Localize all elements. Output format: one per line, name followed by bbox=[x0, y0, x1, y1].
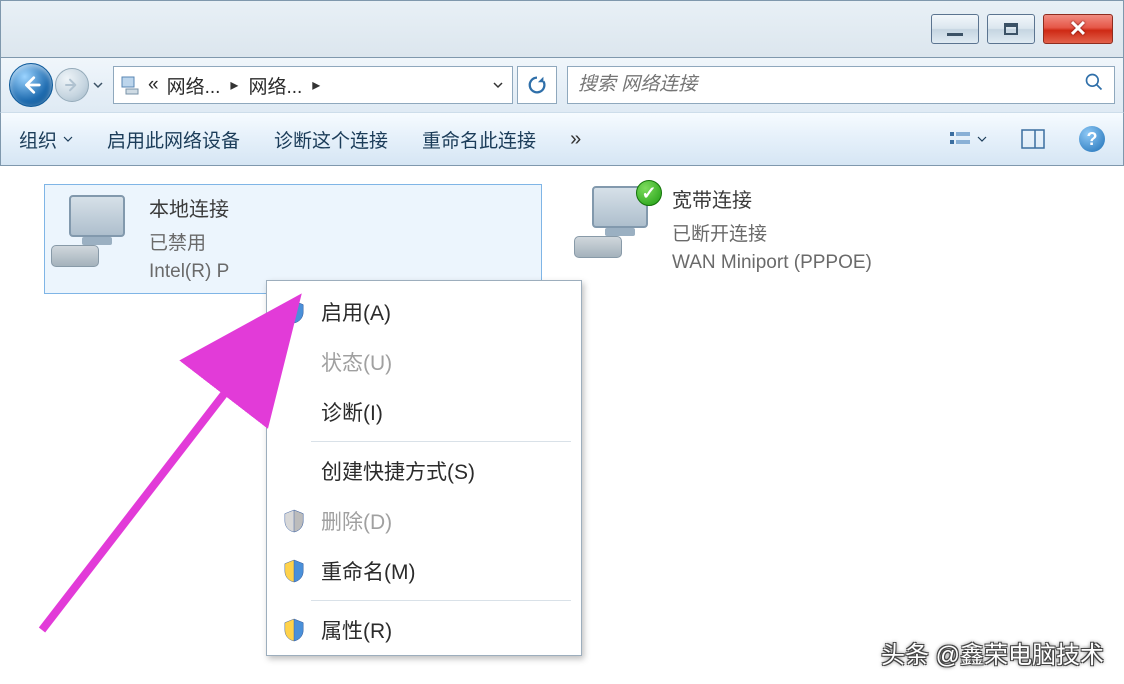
shield-icon bbox=[281, 508, 307, 534]
search-box[interactable] bbox=[567, 66, 1115, 104]
maximize-icon bbox=[1004, 23, 1018, 35]
ctx-diagnose-label: 诊断(I) bbox=[321, 397, 383, 427]
ctx-separator bbox=[311, 600, 571, 601]
rename-label: 重命名此连接 bbox=[422, 126, 536, 153]
shield-icon bbox=[281, 299, 307, 325]
close-icon: ✕ bbox=[1069, 16, 1087, 42]
ctx-enable[interactable]: 启用(A) bbox=[267, 281, 581, 337]
help-button[interactable]: ? bbox=[1079, 126, 1105, 152]
connection-text: 本地连接 已禁用 Intel(R) P bbox=[149, 193, 229, 285]
ctx-delete-label: 删除(D) bbox=[321, 506, 392, 536]
breadcrumb-arrow-2[interactable]: ▸ bbox=[308, 75, 324, 95]
connection-status: 已断开连接 bbox=[672, 219, 872, 246]
forward-button[interactable] bbox=[55, 68, 89, 102]
nav-history-dropdown[interactable] bbox=[89, 63, 107, 107]
breadcrumb-seg2[interactable]: 网络... bbox=[246, 72, 304, 99]
back-button[interactable] bbox=[9, 63, 53, 107]
chevron-down-icon bbox=[493, 80, 503, 90]
breadcrumb-arrow-1[interactable]: ▸ bbox=[226, 75, 242, 95]
network-location-icon bbox=[118, 73, 142, 97]
help-icon: ? bbox=[1087, 129, 1098, 150]
ctx-status: 状态(U) bbox=[267, 337, 581, 387]
organize-menu[interactable]: 组织 bbox=[19, 126, 73, 153]
refresh-button[interactable] bbox=[517, 66, 557, 104]
maximize-button[interactable] bbox=[987, 14, 1035, 44]
breadcrumb-dropdown[interactable] bbox=[488, 80, 508, 90]
chevron-down-icon bbox=[93, 80, 103, 90]
window-titlebar: ✕ bbox=[0, 0, 1124, 58]
enable-device-button[interactable]: 启用此网络设备 bbox=[107, 126, 240, 153]
minimize-icon bbox=[947, 33, 963, 36]
ctx-enable-label: 启用(A) bbox=[321, 297, 391, 327]
minimize-button[interactable] bbox=[931, 14, 979, 44]
preview-pane-button[interactable] bbox=[1021, 129, 1045, 149]
chevron-down-icon bbox=[63, 134, 73, 144]
rename-button[interactable]: 重命名此连接 bbox=[422, 126, 536, 153]
preview-pane-icon bbox=[1021, 129, 1045, 149]
enable-device-label: 启用此网络设备 bbox=[107, 126, 240, 153]
connection-status: 已禁用 bbox=[149, 228, 229, 255]
ctx-rename[interactable]: 重命名(M) bbox=[267, 546, 581, 596]
toolbar-overflow[interactable]: » bbox=[570, 128, 581, 151]
network-adapter-icon: ✓ bbox=[580, 184, 658, 262]
ctx-delete: 删除(D) bbox=[267, 496, 581, 546]
watermark-text: 头条 @鑫荣电脑技术 bbox=[881, 635, 1104, 670]
connection-name: 宽带连接 bbox=[672, 184, 872, 213]
view-list-icon bbox=[949, 129, 973, 149]
check-badge-icon: ✓ bbox=[636, 180, 662, 206]
shield-icon bbox=[281, 558, 307, 584]
forward-arrow-icon bbox=[64, 77, 80, 93]
connection-device: Intel(R) P bbox=[149, 261, 229, 283]
breadcrumb-seg1[interactable]: 网络... bbox=[165, 72, 223, 99]
connection-device: WAN Miniport (PPPOE) bbox=[672, 252, 872, 274]
search-input[interactable] bbox=[578, 74, 1084, 96]
organize-label: 组织 bbox=[19, 126, 57, 153]
ctx-separator bbox=[311, 441, 571, 442]
context-menu: 启用(A) 状态(U) 诊断(I) 创建快捷方式(S) 删除(D) 重命名(M)… bbox=[266, 280, 582, 656]
connection-text: 宽带连接 已断开连接 WAN Miniport (PPPOE) bbox=[672, 184, 872, 274]
network-adapter-icon bbox=[57, 193, 135, 271]
back-arrow-icon bbox=[20, 74, 42, 96]
connection-item-local[interactable]: 本地连接 已禁用 Intel(R) P bbox=[44, 184, 542, 294]
ctx-properties-label: 属性(R) bbox=[321, 615, 392, 645]
ctx-rename-label: 重命名(M) bbox=[321, 556, 415, 586]
search-icon[interactable] bbox=[1084, 72, 1104, 98]
view-options-button[interactable] bbox=[949, 129, 987, 149]
command-toolbar: 组织 启用此网络设备 诊断这个连接 重命名此连接 » ? bbox=[0, 112, 1124, 166]
breadcrumb-prefix: « bbox=[146, 74, 161, 96]
ctx-shortcut-label: 创建快捷方式(S) bbox=[321, 456, 475, 486]
diagnose-button[interactable]: 诊断这个连接 bbox=[274, 126, 388, 153]
ctx-status-label: 状态(U) bbox=[321, 347, 392, 377]
connection-name: 本地连接 bbox=[149, 193, 229, 222]
ctx-properties[interactable]: 属性(R) bbox=[267, 605, 581, 655]
navigation-bar: « 网络... ▸ 网络... ▸ bbox=[0, 58, 1124, 112]
chevron-down-icon bbox=[977, 134, 987, 144]
refresh-icon bbox=[526, 74, 548, 96]
breadcrumb-bar[interactable]: « 网络... ▸ 网络... ▸ bbox=[113, 66, 513, 104]
close-button[interactable]: ✕ bbox=[1043, 14, 1113, 44]
shield-icon bbox=[281, 617, 307, 643]
connection-item-wan[interactable]: ✓ 宽带连接 已断开连接 WAN Miniport (PPPOE) bbox=[580, 184, 872, 274]
ctx-diagnose[interactable]: 诊断(I) bbox=[267, 387, 581, 437]
diagnose-label: 诊断这个连接 bbox=[274, 126, 388, 153]
ctx-create-shortcut[interactable]: 创建快捷方式(S) bbox=[267, 446, 581, 496]
